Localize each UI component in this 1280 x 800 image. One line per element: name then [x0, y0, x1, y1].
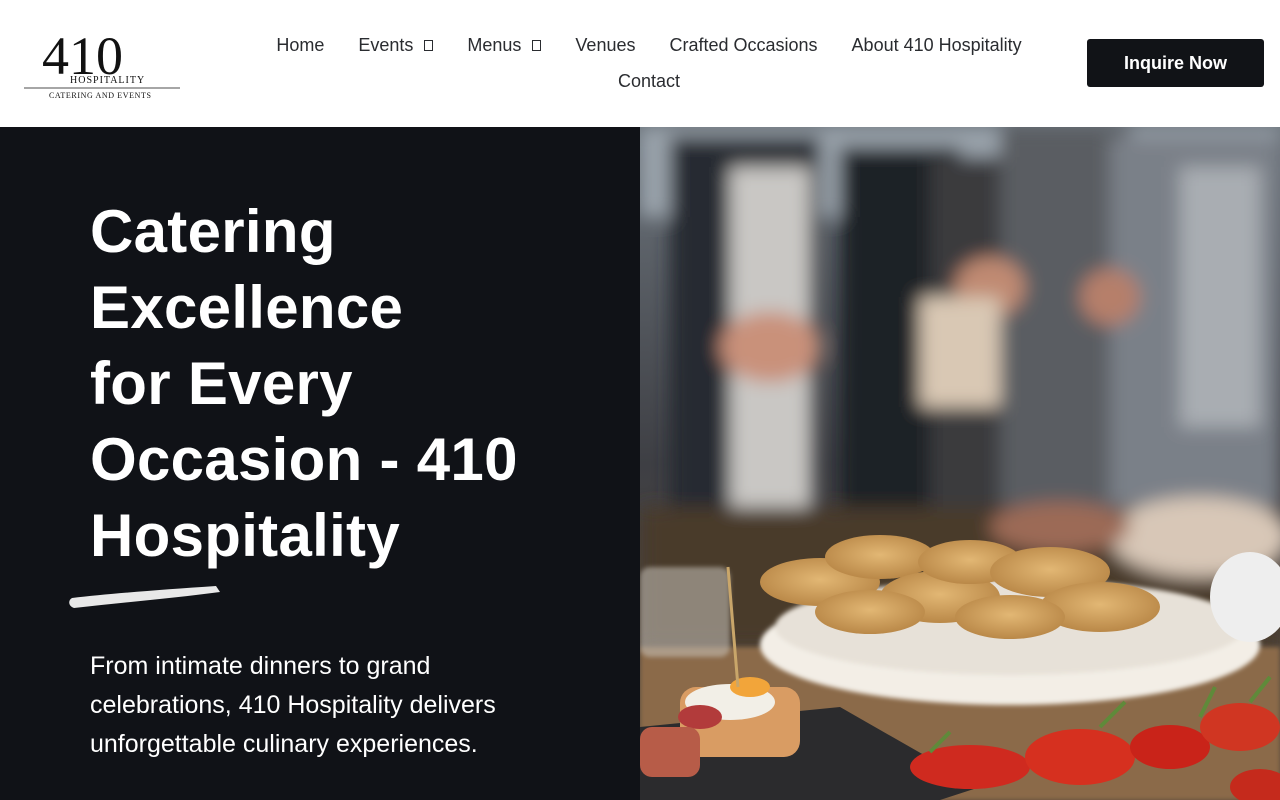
dropdown-icon — [532, 39, 542, 51]
hero-text-panel: Catering Excellence for Every Occasion -… — [0, 127, 640, 800]
nav-contact-label: Contact — [617, 70, 681, 91]
hero-subtitle: From intimate dinners to grand celebrati… — [90, 652, 496, 758]
brand-logo[interactable]: 410 HOSPITALITY CATERING AND EVENTS — [20, 22, 182, 102]
site-header: 410 HOSPITALITY CATERING AND EVENTS Home… — [0, 0, 1280, 127]
nav-crafted-occasions[interactable]: Crafted Occasions — [669, 35, 817, 56]
hero-image — [640, 127, 1280, 800]
nav-contact[interactable]: Contact — [618, 71, 680, 92]
nav-about[interactable]: About 410 Hospitality — [852, 35, 1022, 56]
nav-menus-label: Menus — [467, 34, 522, 55]
nav-events[interactable]: Events — [358, 34, 434, 56]
nav-menus[interactable]: Menus — [467, 34, 542, 56]
nav-venues-label: Venues — [575, 34, 636, 55]
nav-venues[interactable]: Venues — [575, 35, 635, 56]
logo-tagline: CATERING AND EVENTS — [49, 91, 152, 100]
nav-home-label: Home — [276, 34, 325, 55]
inquire-now-button[interactable]: Inquire Now — [1087, 39, 1264, 87]
nav-home[interactable]: Home — [276, 35, 324, 56]
hero-section: Catering Excellence for Every Occasion -… — [0, 127, 1280, 800]
dropdown-icon — [424, 39, 434, 51]
nav-events-label: Events — [358, 34, 414, 55]
main-nav: Home Events Menus Venues Crafted Occasio… — [230, 24, 1068, 96]
nav-about-label: About 410 Hospitality — [851, 34, 1022, 55]
nav-crafted-occasions-label: Crafted Occasions — [669, 34, 818, 55]
logo-word: HOSPITALITY — [70, 75, 145, 86]
hero-title: Catering Excellence for Every Occasion -… — [90, 198, 518, 569]
catering-photo-icon — [640, 127, 1280, 800]
logo-mark-icon: 410 HOSPITALITY CATERING AND EVENTS — [24, 26, 180, 100]
brush-stroke-icon — [69, 586, 220, 608]
